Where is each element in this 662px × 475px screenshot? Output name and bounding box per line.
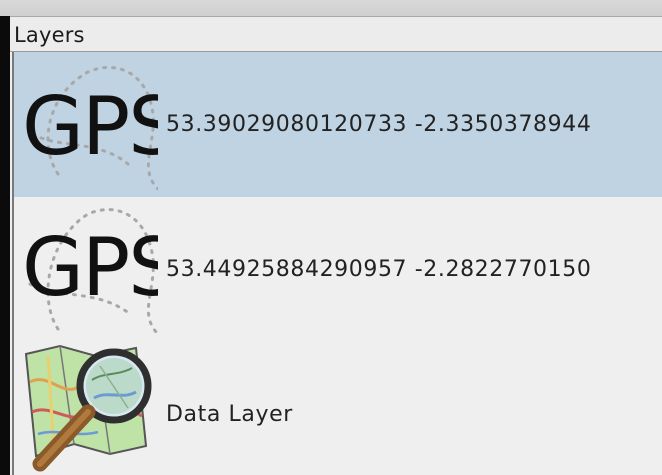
map-magnifier-icon: [24, 344, 152, 472]
gps-icon-text: GPS: [22, 80, 158, 173]
left-frame-edge: [0, 16, 10, 475]
layer-list[interactable]: GPS 53.39029080120733 -2.3350378944 GPS …: [12, 52, 662, 475]
window-top-bar: [0, 0, 662, 17]
gps-icon: GPS: [22, 66, 158, 191]
layer-row-gps-1[interactable]: GPS 53.39029080120733 -2.3350378944: [14, 52, 662, 197]
panel-title: Layers: [14, 23, 85, 47]
gps-icon-text: GPS: [22, 221, 158, 314]
layer-label: 53.39029080120733 -2.3350378944: [166, 112, 592, 137]
layer-row-data-layer[interactable]: Data Layer: [14, 342, 662, 475]
layers-panel-header: Layers: [10, 17, 662, 52]
layers-panel: Layers GPS 53.39029080120733 -2.33503789…: [10, 17, 662, 475]
layer-label: 53.44925884290957 -2.2822770150: [166, 257, 592, 282]
layer-label: Data Layer: [166, 402, 293, 427]
layer-row-gps-2[interactable]: GPS 53.44925884290957 -2.2822770150: [14, 197, 662, 342]
gps-icon: GPS: [22, 208, 158, 336]
layers-window: Layers GPS 53.39029080120733 -2.33503789…: [0, 0, 662, 475]
